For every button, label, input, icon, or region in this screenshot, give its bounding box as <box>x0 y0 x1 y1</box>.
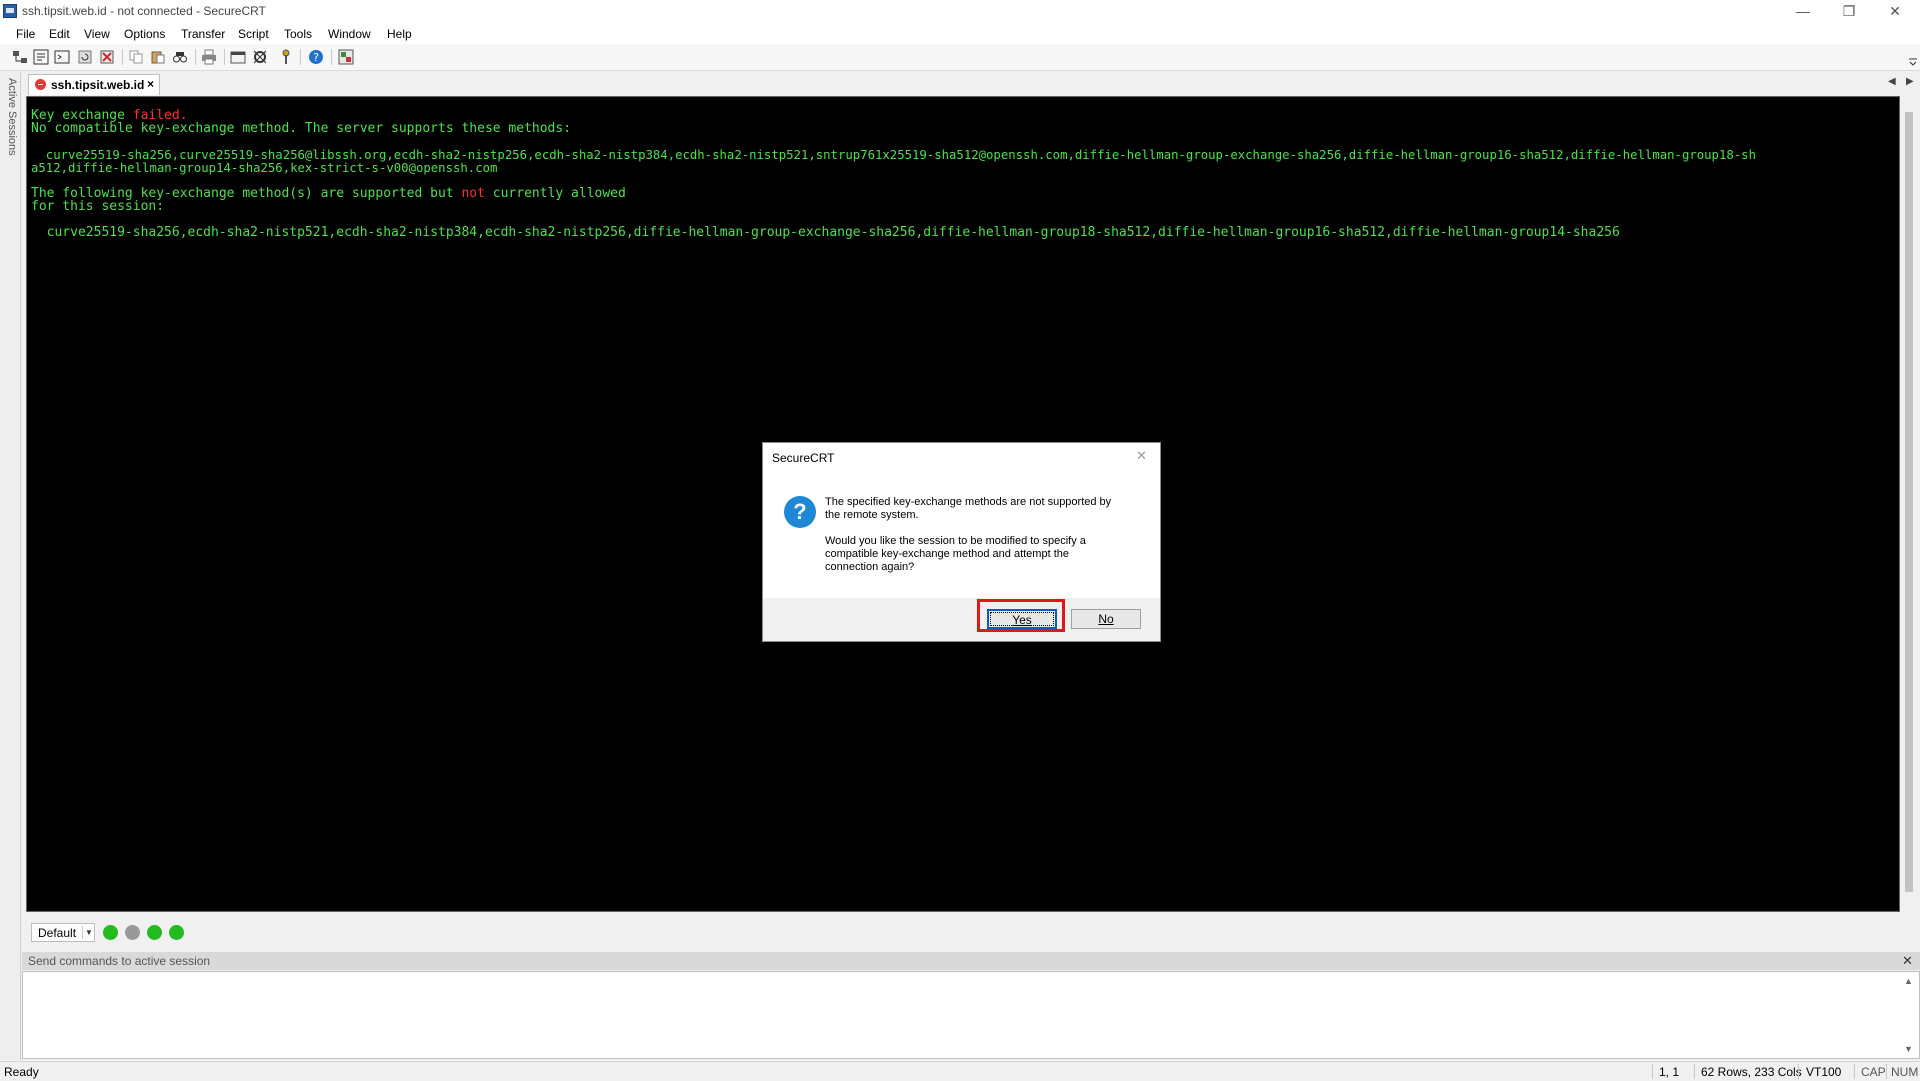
close-window-button[interactable]: ✕ <box>1872 0 1918 24</box>
restore-button[interactable]: ❐ <box>1826 0 1872 24</box>
command-window-header: Send commands to active session ✕ <box>22 952 1920 970</box>
title-bar: ssh.tipsit.web.id - not connected - Secu… <box>0 0 1920 24</box>
window-title: ssh.tipsit.web.id - not connected - Secu… <box>22 4 266 18</box>
chevron-down-icon[interactable]: ▼ <box>82 926 95 939</box>
dialog-message-line: the remote system. <box>825 509 919 521</box>
help-icon[interactable]: ? <box>308 49 324 65</box>
status-caps-lock: CAP <box>1861 1065 1886 1079</box>
menu-script[interactable]: Script <box>238 27 269 41</box>
tab-scroll-left-icon[interactable]: ◀ <box>1888 76 1896 87</box>
toolbar: ? <box>0 44 1920 71</box>
menu-file[interactable]: File <box>16 27 35 41</box>
command-window-title: Send commands to active session <box>28 954 211 968</box>
global-options-icon[interactable] <box>252 49 268 65</box>
key-agent-icon[interactable] <box>278 49 294 65</box>
disconnect-icon[interactable] <box>99 49 115 65</box>
terminal-line: curve25519-sha256,ecdh-sha2-nistp521,ecd… <box>31 225 1620 240</box>
status-cursor-position: 1, 1 <box>1659 1065 1680 1079</box>
copy-icon[interactable] <box>128 49 144 65</box>
tab-ssh-tipsit[interactable]: ssh.tipsit.web.id × <box>28 74 160 95</box>
no-button[interactable]: No <box>1071 609 1141 629</box>
terminal-scrollbar[interactable] <box>1902 96 1916 912</box>
terminal-error-text: not <box>461 186 485 201</box>
command-window-close-icon[interactable]: ✕ <box>1902 953 1913 969</box>
dialog-title: SecureCRT <box>772 451 835 465</box>
menu-options[interactable]: Options <box>124 27 165 41</box>
tab-scroll-right-icon[interactable]: ▶ <box>1906 76 1914 87</box>
dialog-message-line: compatible key-exchange method and attem… <box>825 548 1069 560</box>
paste-icon[interactable] <box>150 49 166 65</box>
status-separator <box>1798 1064 1799 1079</box>
kex-dialog: SecureCRT ✕ ? The specified key-exchange… <box>762 442 1161 642</box>
find-icon[interactable] <box>172 49 188 65</box>
menu-window[interactable]: Window <box>328 27 371 41</box>
status-emulation: VT100 <box>1806 1065 1842 1079</box>
terminal-line: for this session: <box>31 199 165 214</box>
menu-help[interactable]: Help <box>387 27 412 41</box>
status-separator <box>1886 1064 1887 1079</box>
screen-options-icon[interactable] <box>338 49 354 65</box>
quick-connect-icon[interactable] <box>33 49 49 65</box>
menu-transfer[interactable]: Transfer <box>181 27 225 41</box>
svg-text:?: ? <box>313 51 319 64</box>
button-bar-selected: Default <box>38 926 77 940</box>
status-terminal-size: 62 Rows, 233 Cols <box>1701 1065 1802 1079</box>
status-dot-green[interactable] <box>147 925 162 940</box>
toolbar-overflow-icon[interactable] <box>1908 56 1918 66</box>
dialog-close-icon[interactable]: ✕ <box>1136 448 1147 464</box>
session-options-icon[interactable] <box>230 49 246 65</box>
securecrt-app-icon[interactable] <box>3 4 17 18</box>
menu-edit[interactable]: Edit <box>49 27 70 41</box>
status-dot-grey[interactable] <box>125 925 140 940</box>
terminal-line: No compatible key-exchange method. The s… <box>31 121 572 136</box>
status-separator <box>1652 1064 1653 1079</box>
button-bar-select[interactable]: Default ▼ <box>31 923 95 942</box>
dialog-message-line: The specified key-exchange methods are n… <box>825 496 1112 508</box>
status-num-lock: NUM <box>1891 1065 1919 1079</box>
status-separator <box>1694 1064 1695 1079</box>
command-input-area[interactable] <box>22 971 1920 1059</box>
reconnect-icon[interactable] <box>77 49 93 65</box>
session-tab-bar: ssh.tipsit.web.id × ◀ ▶ <box>22 72 1920 96</box>
toolbar-separator <box>224 49 225 65</box>
status-dot-green[interactable] <box>169 925 184 940</box>
menu-bar: File Edit View Options Transfer Script T… <box>0 24 1920 44</box>
toolbar-separator <box>195 49 196 65</box>
scroll-up-icon[interactable]: ▲ <box>1904 976 1913 986</box>
toolbar-separator <box>122 49 123 65</box>
connect-icon[interactable] <box>12 49 28 65</box>
button-bar: Default ▼ <box>22 920 1920 946</box>
status-bar: Ready 1, 1 62 Rows, 233 Cols VT100 CAP N… <box>0 1061 1920 1081</box>
connect-tab-icon[interactable] <box>54 49 70 65</box>
status-separator <box>1854 1064 1855 1079</box>
active-sessions-panel[interactable] <box>0 72 21 1060</box>
tab-label: ssh.tipsit.web.id <box>51 78 145 92</box>
minimize-button[interactable]: — <box>1780 0 1826 24</box>
toolbar-separator <box>331 49 332 65</box>
terminal-line: curve25519-sha256,curve25519-sha256@libs… <box>31 148 1756 162</box>
terminal-line: a512,diffie-hellman-group14-sha256,kex-s… <box>31 161 498 175</box>
dialog-message-line: connection again? <box>825 561 915 573</box>
terminal-text: currently allowed <box>484 186 626 201</box>
toolbar-separator <box>300 49 301 65</box>
disconnected-status-icon <box>35 79 46 90</box>
command-scrollbar[interactable]: ▲ ▼ <box>1902 972 1916 1058</box>
yes-button-highlight <box>977 599 1065 632</box>
print-icon[interactable] <box>201 49 217 65</box>
status-dot-green[interactable] <box>103 925 118 940</box>
status-ready: Ready <box>4 1065 39 1079</box>
active-sessions-label[interactable]: Active Sessions <box>2 78 18 168</box>
menu-view[interactable]: View <box>84 27 110 41</box>
menu-tools[interactable]: Tools <box>284 27 312 41</box>
scroll-down-icon[interactable]: ▼ <box>1904 1044 1913 1054</box>
tab-close-icon[interactable]: × <box>147 77 154 91</box>
scrollbar-thumb[interactable] <box>1905 112 1913 892</box>
dialog-message-line: Would you like the session to be modifie… <box>825 535 1086 547</box>
question-icon: ? <box>784 496 816 528</box>
